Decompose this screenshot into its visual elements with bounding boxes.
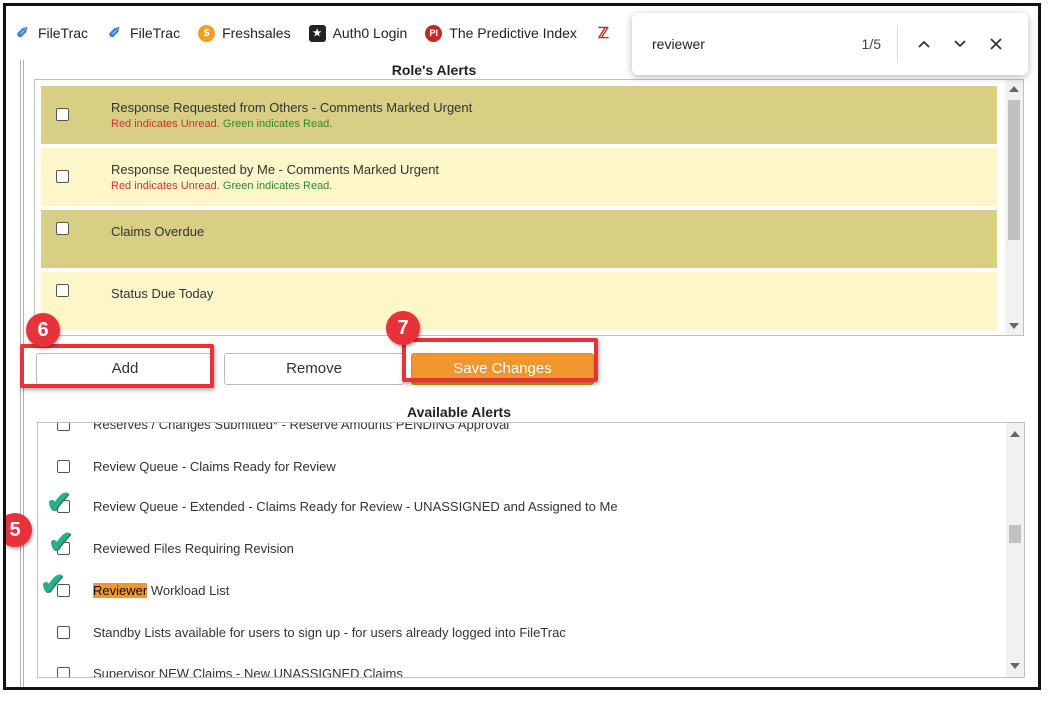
alert-checkbox[interactable] [57,626,70,639]
scroll-down-icon[interactable] [1010,663,1020,669]
alert-label-rest: Workload List [150,583,230,598]
find-next-button[interactable] [942,26,978,62]
find-match-count: 1/5 [861,36,881,52]
bookmark-label: FileTrac [38,25,89,41]
list-item[interactable]: Review Queue - Extended - Claims Ready f… [38,497,998,517]
list-item[interactable]: Reserves / Changes Submitted* - Reserve … [38,422,998,435]
alert-label: Response Requested by Me - Comments Mark… [111,162,440,177]
list-item[interactable]: Reviewed Files Requiring Revision [38,539,998,559]
legend-unread: Red indicates Unread. [111,180,220,192]
screenshot-frame: ✐ FileTrac ✐ FileTrac $ Freshsales ★ Aut… [3,3,1041,690]
available-alerts-title: Available Alerts [406,404,511,420]
available-alerts-scrollbar[interactable] [1006,423,1024,677]
list-item[interactable]: Response Requested from Others - Comment… [41,86,997,144]
find-match-highlight: Reviewer [93,583,148,598]
list-item[interactable]: Review Queue - Claims Ready for Review [38,457,998,477]
list-item[interactable]: Claims Overdue [41,210,997,268]
roles-alerts-list: Response Requested from Others - Comment… [34,79,1024,336]
alert-label: Review Queue - Extended - Claims Ready f… [93,499,618,514]
alert-label: Review Queue - Claims Ready for Review [93,459,336,474]
alert-label: Claims Overdue [111,224,205,239]
alert-legend: Red indicates Unread. Green indicates Re… [111,180,332,192]
alert-checkbox[interactable] [56,108,69,121]
alert-checkbox[interactable] [57,423,70,431]
checkmark-icon: ✔ [48,526,74,559]
freshsales-icon: $ [198,24,216,42]
scroll-down-icon[interactable] [1009,323,1019,329]
filetrac-icon: ✐ [108,25,121,42]
bookmark-label: The Predictive Index [449,25,577,41]
filetrac-icon: ✐ [16,25,29,42]
bookmark-predictive-index[interactable]: PI The Predictive Index [425,24,577,42]
alert-label: Reviewed Files Requiring Revision [93,541,294,556]
checkmark-icon: ✔ [46,486,72,519]
list-item[interactable]: Standby Lists available for users to sig… [38,623,998,643]
alert-checkbox[interactable] [57,667,70,677]
scroll-thumb[interactable] [1008,100,1020,240]
list-item[interactable]: Supervisor NEW Claims - New UNASSIGNED C… [38,664,998,678]
bookmark-label: Auth0 Login [332,25,408,41]
bookmark-freshsales[interactable]: $ Freshsales [198,24,291,42]
step-badge-5: 5 [6,513,32,547]
list-item[interactable]: Status Due Today [41,272,997,330]
alert-label: Standby Lists available for users to sig… [93,625,566,640]
save-changes-button[interactable]: Save Changes [411,353,594,385]
scroll-thumb[interactable] [1009,525,1021,543]
legend-read: Green indicates Read. [222,180,333,192]
alert-label: Reserves / Changes Submitted* - Reserve … [93,422,510,432]
alert-label: Status Due Today [111,286,214,301]
alert-checkbox[interactable] [56,222,69,235]
bookmark-icon: ℤ [597,25,609,42]
bookmark-label: Freshsales [222,25,291,41]
bookmark-label: FileTrac [130,25,181,41]
scroll-up-icon[interactable] [1009,86,1019,92]
legend-read: Green indicates Read. [222,118,333,130]
chevron-up-icon [918,40,930,48]
page-left-rule [20,60,24,687]
alert-label: Supervisor NEW Claims - New UNASSIGNED C… [93,666,403,678]
find-separator [897,26,898,62]
alert-checkbox[interactable] [57,460,70,473]
step-badge-7: 7 [386,311,420,345]
list-item[interactable]: Reviewer Workload List [38,581,998,601]
alert-label: Response Requested from Others - Comment… [111,100,473,115]
alert-legend: Red indicates Unread. Green indicates Re… [111,118,332,130]
alert-checkbox[interactable] [56,170,69,183]
legend-unread: Red indicates Unread. [111,118,220,130]
find-bar: 1/5 [632,13,1028,75]
close-icon [990,38,1002,50]
find-close-button[interactable] [978,26,1014,62]
remove-button[interactable]: Remove [224,353,404,385]
bookmark-filetrac-1[interactable]: ✐ FileTrac [14,25,88,42]
find-previous-button[interactable] [906,26,942,62]
predictive-index-icon: PI [425,24,443,42]
roles-alerts-scrollbar[interactable] [1005,80,1023,335]
chevron-down-icon [954,40,966,48]
scroll-up-icon[interactable] [1010,431,1020,437]
auth0-icon: ★ [308,24,326,42]
alert-label: Reviewer Workload List [93,583,229,598]
bookmark-auth0[interactable]: ★ Auth0 Login [308,24,408,42]
alert-checkbox[interactable] [56,284,69,297]
find-input[interactable] [652,36,812,52]
bookmark-more[interactable]: ℤ [595,25,612,42]
checkmark-icon: ✔ [40,568,66,601]
bookmark-filetrac-2[interactable]: ✐ FileTrac [106,25,180,42]
add-button[interactable]: Add [36,353,214,385]
list-item[interactable]: Response Requested by Me - Comments Mark… [41,148,997,206]
step-badge-6: 6 [26,313,60,347]
available-alerts-list: Reserves / Changes Submitted* - Reserve … [37,422,1025,678]
